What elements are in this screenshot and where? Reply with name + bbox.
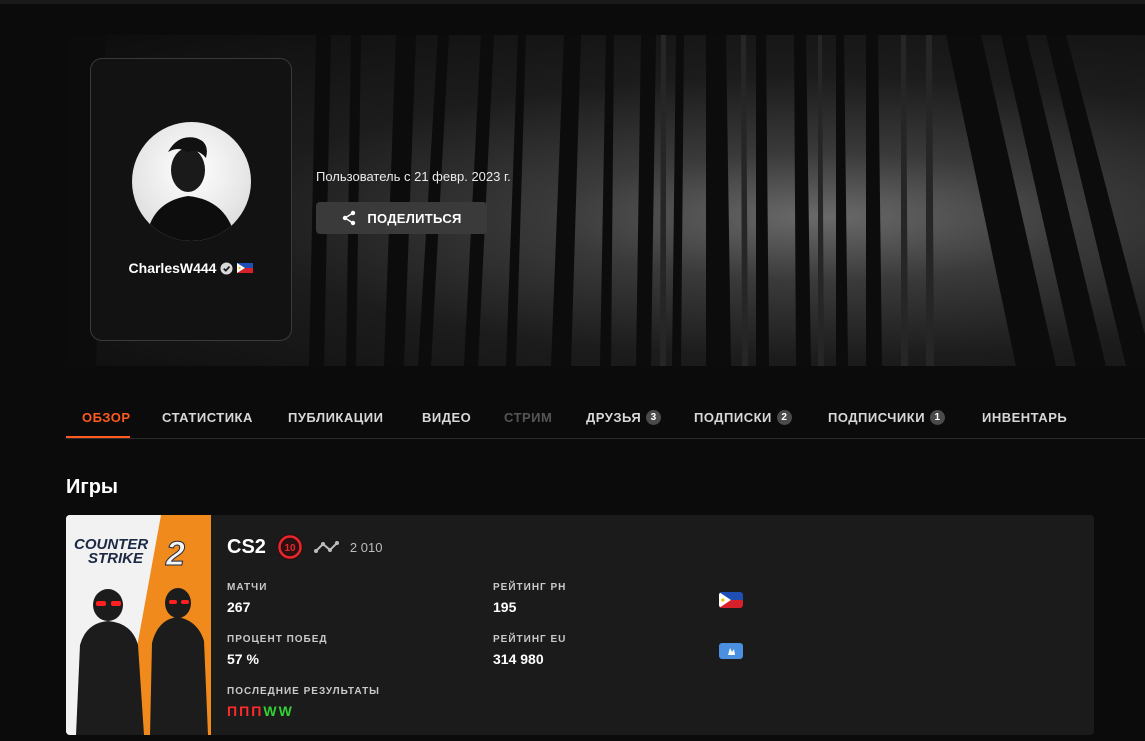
verified-icon bbox=[220, 261, 234, 275]
games-section-title: Игры bbox=[66, 476, 119, 498]
winrate-label: ПРОЦЕНТ ПОБЕД bbox=[227, 634, 328, 645]
game-name: CS2 bbox=[227, 535, 266, 558]
profile-card: CharlesW444 bbox=[90, 58, 292, 341]
tab-publications-label: ПУБЛИКАЦИИ bbox=[288, 410, 384, 425]
result-loss: Π bbox=[251, 703, 262, 719]
username-row: CharlesW444 bbox=[91, 260, 291, 276]
game-card-cs2[interactable]: COUNTER STRIKE 2 CS2 10 2 010 МАТЧИ 267 … bbox=[66, 515, 1094, 735]
subscribers-count-badge: 1 bbox=[930, 410, 946, 425]
recent-results-label: ПОСЛЕДНИЕ РЕЗУЛЬТАТЫ bbox=[227, 686, 380, 697]
tab-statistics[interactable]: СТАТИСТИКА bbox=[162, 410, 253, 425]
member-since: Пользователь с 21 февр. 2023 г. bbox=[316, 169, 511, 184]
tab-stream: СТРИМ bbox=[504, 410, 552, 425]
skill-level-icon: 10 bbox=[276, 534, 303, 560]
friends-count-badge: 3 bbox=[646, 410, 662, 425]
matches-value: 267 bbox=[227, 599, 251, 615]
share-icon bbox=[343, 210, 356, 226]
tab-overview[interactable]: ОБЗОР bbox=[82, 410, 131, 425]
tab-video-label: ВИДЕО bbox=[422, 410, 472, 425]
tab-stream-label: СТРИМ bbox=[504, 410, 553, 425]
rating-ph-label: РЕЙТИНГ PH bbox=[493, 582, 567, 593]
tab-subscriptions[interactable]: ПОДПИСКИ 2 bbox=[694, 410, 792, 425]
game-header: CS2 10 2 010 bbox=[227, 533, 382, 561]
tab-friends-label: ДРУЗЬЯ bbox=[586, 410, 642, 425]
rating-ph-value: 195 bbox=[493, 599, 517, 615]
share-button-label: ПОДЕЛИТЬСЯ bbox=[367, 210, 462, 226]
europe-region-icon bbox=[719, 643, 743, 659]
tab-publications[interactable]: ПУБЛИКАЦИИ bbox=[288, 410, 383, 425]
elo-icon bbox=[313, 541, 339, 553]
username[interactable]: CharlesW444 bbox=[129, 260, 217, 276]
active-tab-indicator bbox=[66, 436, 130, 438]
tab-inventory[interactable]: ИНВЕНТАРЬ bbox=[982, 410, 1067, 425]
cover-title-line2: STRIKE bbox=[88, 550, 144, 567]
result-win: W bbox=[278, 703, 292, 719]
result-win: W bbox=[263, 703, 277, 719]
cover-title-number: 2 bbox=[165, 535, 185, 573]
philippines-flag-icon bbox=[719, 592, 743, 608]
profile-tabs: ОБЗОР СТАТИСТИКА ПУБЛИКАЦИИ ВИДЕО СТРИМ … bbox=[66, 398, 1145, 439]
result-loss: Π bbox=[227, 703, 238, 719]
recent-results: Π Π Π W W bbox=[227, 703, 292, 719]
cs2-cover-image: COUNTER STRIKE 2 bbox=[66, 515, 211, 735]
rating-eu-label: РЕЙТИНГ EU bbox=[493, 634, 567, 645]
philippines-flag-icon bbox=[237, 263, 254, 273]
share-button[interactable]: ПОДЕЛИТЬСЯ bbox=[316, 202, 487, 234]
tab-subscribers-label: ПОДПИСЧИКИ bbox=[828, 410, 926, 425]
rating-eu-value: 314 980 bbox=[493, 651, 544, 667]
top-bar bbox=[0, 0, 1145, 4]
tab-inventory-label: ИНВЕНТАРЬ bbox=[982, 410, 1068, 425]
winrate-value: 57 % bbox=[227, 651, 259, 667]
tab-statistics-label: СТАТИСТИКА bbox=[162, 410, 253, 425]
elo-value: 2 010 bbox=[349, 539, 383, 555]
tab-overview-label: ОБЗОР bbox=[82, 410, 131, 425]
subscriptions-count-badge: 2 bbox=[776, 410, 792, 425]
result-loss: Π bbox=[239, 703, 250, 719]
tab-subscriptions-label: ПОДПИСКИ bbox=[694, 410, 772, 425]
matches-label: МАТЧИ bbox=[227, 582, 268, 593]
skill-level-value: 10 bbox=[284, 543, 296, 554]
tab-subscribers[interactable]: ПОДПИСЧИКИ 1 bbox=[828, 410, 946, 425]
avatar[interactable] bbox=[132, 122, 251, 241]
tab-video[interactable]: ВИДЕО bbox=[422, 410, 471, 425]
tab-friends[interactable]: ДРУЗЬЯ 3 bbox=[586, 410, 662, 425]
